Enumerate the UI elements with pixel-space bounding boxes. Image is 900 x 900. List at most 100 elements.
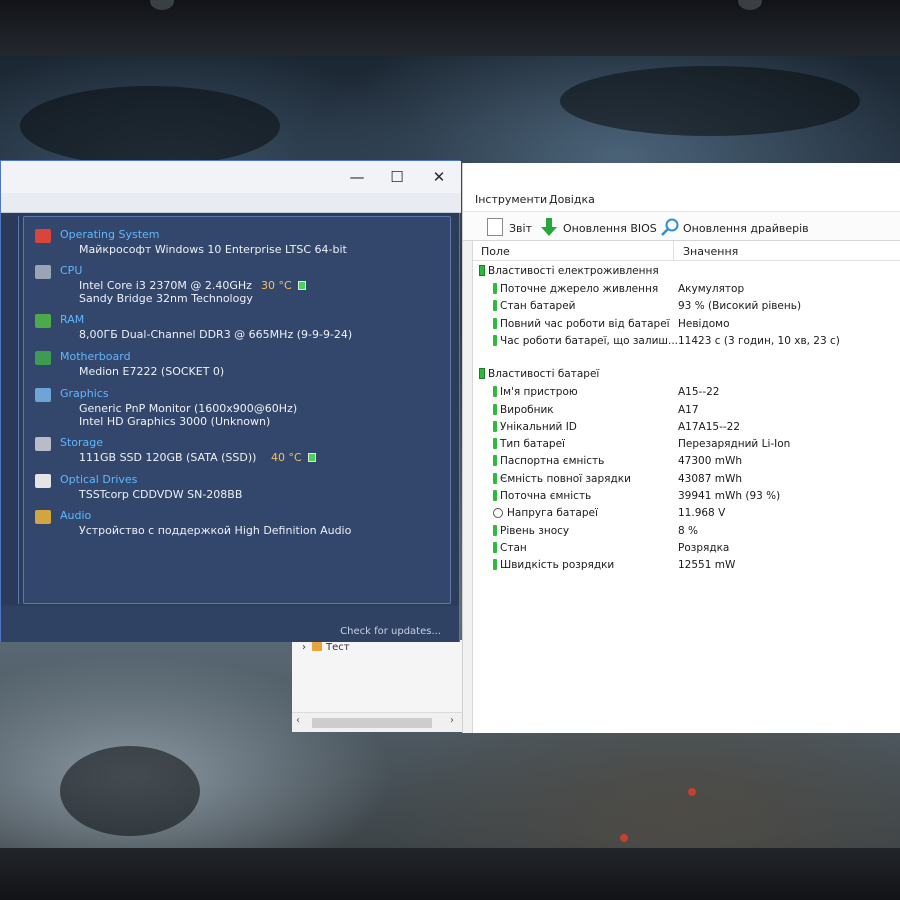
property-row[interactable]: Ім'я пристрою A15--22 — [473, 384, 900, 401]
battery-plug-icon — [493, 300, 497, 312]
battery-icon — [479, 265, 485, 276]
property-value: Розрядка — [678, 541, 730, 554]
system-summary-window: — ☐ ✕ Operating System Майкрософт Windows… — [0, 160, 461, 642]
property-field-label: Швидкість розрядки — [500, 559, 615, 572]
column-field[interactable]: Поле — [481, 245, 510, 258]
laptop-bezel-bottom — [0, 848, 900, 900]
section-detail: 8,00ГБ Dual-Channel DDR3 @ 665MHz (9-9-9… — [79, 328, 353, 341]
property-value: Невідомо — [678, 317, 730, 330]
property-row[interactable]: Повний час роботи від батареї Невідомо — [473, 316, 900, 333]
property-field-label: Унікальний ID — [500, 420, 577, 433]
bezel-hinge — [738, 0, 762, 10]
properties-list: Поле Значення Властивості електроживленн… — [473, 241, 900, 733]
column-divider[interactable] — [673, 241, 674, 261]
section-heading[interactable]: Motherboard — [60, 350, 131, 363]
wallpaper-ember — [620, 834, 628, 842]
property-field: Поточне джерело живлення — [493, 283, 658, 295]
group-header-row[interactable]: Властивості батареї — [473, 366, 900, 383]
close-button[interactable]: ✕ — [421, 167, 457, 187]
property-value: Акумулятор — [678, 283, 745, 295]
report-label: Звіт — [509, 222, 532, 235]
cpu-chip-icon — [35, 265, 51, 279]
property-value: 43087 mWh — [678, 472, 743, 485]
property-field: Стан батарей — [493, 300, 576, 312]
bezel-hinge — [150, 0, 174, 10]
wallpaper-ember — [688, 788, 696, 796]
property-field: Ємність повної зарядки — [493, 472, 631, 485]
magnifier-icon — [661, 218, 679, 236]
property-row[interactable]: Поточне джерело живлення Акумулятор — [473, 281, 900, 298]
property-field: Напруга батареї — [493, 507, 598, 519]
section-detail: Generic PnP Monitor (1600x900@60Hz) — [79, 402, 298, 415]
property-row[interactable]: Унікальний ID A17A15--22 — [473, 419, 900, 436]
property-value: 12551 mW — [678, 559, 736, 572]
property-row[interactable]: Тип батареї Перезарядний Li-Ion — [473, 436, 900, 453]
scrollbar-thumb[interactable] — [312, 718, 432, 728]
hard-drive-icon — [35, 437, 51, 451]
report-button[interactable]: Звіт — [487, 218, 532, 236]
temperature-readout: 30 °C — [261, 279, 306, 292]
laptop-bezel-top — [0, 0, 900, 56]
section-detail: Устройство с поддержкой High Definition … — [79, 524, 352, 537]
section-heading[interactable]: Audio — [60, 509, 91, 522]
property-row[interactable]: Поточна ємність 39941 mWh (93 %) — [473, 488, 900, 505]
property-value: 11.968 V — [678, 507, 726, 520]
driver-update-button[interactable]: Оновлення драйверів — [661, 218, 809, 236]
property-field: Паспортна ємність — [493, 455, 604, 467]
property-row[interactable]: Швидкість розрядки 12551 mW — [473, 557, 900, 574]
section-detail: Intel Core i3 2370M @ 2.40GHz — [79, 279, 252, 292]
group-header-row[interactable]: Властивості електроживлення — [473, 263, 900, 280]
section-detail: Medion E7222 (SOCKET 0) — [79, 365, 225, 378]
battery-plug-icon — [493, 455, 497, 467]
menu-tools[interactable]: Інструменти — [475, 193, 547, 206]
property-row[interactable]: Стан Розрядка — [473, 540, 900, 557]
property-field: Стан — [493, 541, 527, 554]
property-row[interactable]: Час роботи батареї, що залиш... 11423 с (… — [473, 333, 900, 350]
explorer-tree-window: › Тест ‹ › — [292, 640, 464, 732]
battery-plug-icon — [493, 317, 497, 329]
property-value: 93 % (Високий рівень) — [678, 300, 802, 313]
column-value[interactable]: Значення — [683, 245, 738, 258]
wallpaper-foliage — [60, 746, 200, 836]
battery-plug-icon — [493, 334, 497, 346]
section-heading[interactable]: Operating System — [60, 228, 160, 241]
menu-help[interactable]: Довідка — [549, 193, 595, 206]
battery-plug-icon — [493, 438, 497, 450]
check-updates-link[interactable]: Check for updates... — [340, 626, 441, 637]
battery-plug-icon — [493, 386, 497, 398]
property-field-label: Поточне джерело живлення — [500, 283, 659, 295]
temperature-value: 40 °C — [271, 451, 302, 464]
section-heading[interactable]: CPU — [60, 264, 82, 277]
minimize-button[interactable]: — — [339, 167, 375, 187]
section-heading[interactable]: Storage — [60, 436, 103, 449]
scroll-left-icon[interactable]: ‹ — [296, 715, 300, 726]
property-row[interactable]: Стан батарей 93 % (Високий рівень) — [473, 298, 900, 315]
report-document-icon — [487, 218, 503, 236]
property-value: 11423 с (3 годин, 10 хв, 23 с) — [678, 334, 840, 347]
property-row[interactable]: Напруга батареї 11.968 V — [473, 505, 900, 522]
property-row[interactable]: Паспортна ємність 47300 mWh — [473, 453, 900, 470]
section-heading[interactable]: Optical Drives — [60, 473, 137, 486]
chevron-right-icon[interactable]: › — [302, 642, 306, 653]
battery-icon — [479, 368, 485, 380]
maximize-button[interactable]: ☐ — [379, 167, 415, 187]
property-row[interactable]: Виробник A17 — [473, 402, 900, 419]
property-field: Час роботи батареї, що залиш... — [493, 334, 678, 347]
section-heading[interactable]: RAM — [60, 313, 84, 326]
property-value: A15--22 — [678, 386, 720, 399]
section-heading[interactable]: Graphics — [60, 387, 109, 400]
property-value: 8 % — [678, 524, 698, 537]
bios-update-button[interactable]: Оновлення BIOS — [541, 218, 657, 236]
property-row[interactable]: Рівень зносу 8 % — [473, 523, 900, 540]
windows-flag-icon — [35, 229, 51, 243]
section-detail: Sandy Bridge 32nm Technology — [79, 292, 253, 305]
scroll-right-icon[interactable]: › — [450, 715, 454, 726]
folder-icon — [312, 642, 322, 651]
horizontal-scrollbar[interactable]: ‹ › — [292, 712, 464, 732]
window-titlebar[interactable]: — ☐ ✕ — [1, 161, 461, 193]
battery-plug-icon — [493, 490, 497, 501]
property-row[interactable]: Ємність повної зарядки 43087 mWh — [473, 471, 900, 488]
optical-disc-icon — [35, 474, 51, 488]
tree-item-test[interactable]: › Тест — [302, 642, 350, 653]
window-menu-strip — [1, 193, 461, 213]
